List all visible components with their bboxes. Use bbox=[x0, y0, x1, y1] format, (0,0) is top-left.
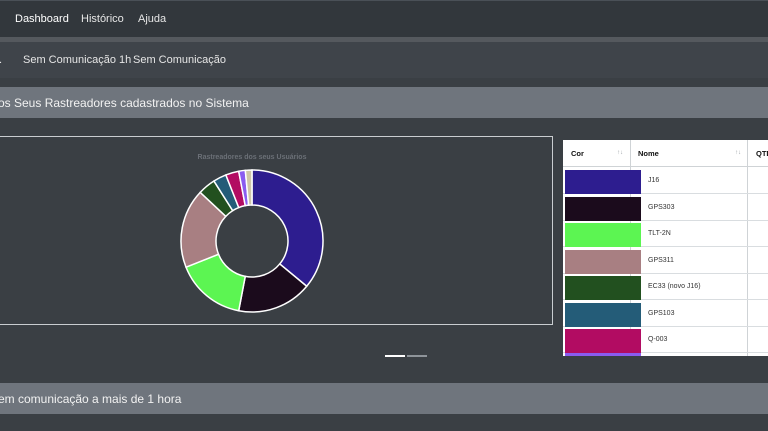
subnav-sem-comunicacao[interactable]: Sem Comunicação bbox=[133, 54, 226, 66]
table-row: EC33 (novo J16) bbox=[563, 274, 768, 300]
sort-icon[interactable]: ↑↓ bbox=[735, 150, 741, 156]
row-swatch-partial bbox=[565, 353, 641, 356]
table-row: TLT-2N bbox=[563, 221, 768, 247]
table-row: GPS303 bbox=[563, 195, 768, 221]
table-row: Q-003 bbox=[563, 327, 768, 353]
cell-nome: GPS103 bbox=[648, 309, 675, 317]
section-title: os Seus Rastreadores cadastrados no Sist… bbox=[0, 96, 249, 110]
tracker-table: Cor ↑↓ Nome ↑↓ QTD J16 GPS303 TLT-2N GPS311… bbox=[563, 140, 768, 356]
color-swatch bbox=[565, 302, 641, 327]
color-swatch bbox=[565, 196, 641, 221]
sort-icon[interactable]: ↑↓ bbox=[617, 150, 623, 156]
chart-container bbox=[0, 136, 553, 325]
color-swatch bbox=[565, 170, 641, 194]
table-row: GPS311 bbox=[563, 248, 768, 274]
header-nome[interactable]: Nome bbox=[638, 149, 659, 158]
color-swatch bbox=[565, 223, 641, 247]
header-cor[interactable]: Cor bbox=[571, 149, 584, 158]
section-header-rastreadores: os Seus Rastreadores cadastrados no Sist… bbox=[0, 87, 768, 118]
nav-dashboard[interactable]: Dashboard bbox=[15, 13, 69, 25]
cell-nome: TLT-2N bbox=[648, 230, 671, 237]
table-row: GPS103 bbox=[563, 301, 768, 327]
cell-nome: EC33 (novo J16) bbox=[648, 283, 701, 290]
top-navbar: Dashboard Histórico Ajuda bbox=[0, 0, 768, 37]
cell-nome: GPS303 bbox=[648, 203, 675, 211]
nav-historico[interactable]: Histórico bbox=[81, 13, 124, 25]
color-swatch bbox=[565, 276, 641, 300]
cell-nome: J16 bbox=[648, 177, 660, 184]
cell-nome: GPS311 bbox=[648, 256, 674, 264]
header-qtd[interactable]: QTD bbox=[756, 149, 768, 158]
cell-nome: Q-003 bbox=[648, 336, 668, 343]
nav-ajuda[interactable]: Ajuda bbox=[138, 13, 166, 25]
table-header: Cor ↑↓ Nome ↑↓ QTD bbox=[563, 140, 768, 167]
table-row: J16 bbox=[563, 168, 768, 194]
chart-title: Rastreadores dos seus Usuários bbox=[197, 154, 307, 161]
subnav-sem-comunicacao-1h[interactable]: Sem Comunicação 1h bbox=[23, 54, 131, 66]
carousel-indicator-1[interactable] bbox=[385, 355, 405, 357]
color-swatch bbox=[565, 329, 641, 353]
section-header-sem-comunicacao: em comunicação a mais de 1 hora bbox=[0, 383, 768, 414]
section-title: em comunicação a mais de 1 hora bbox=[0, 392, 182, 406]
subnav-item-truncated[interactable]: . bbox=[0, 54, 2, 66]
sub-navbar: . Sem Comunicação 1h Sem Comunicação bbox=[0, 42, 768, 78]
carousel-indicator-2[interactable] bbox=[407, 355, 427, 357]
color-swatch bbox=[565, 249, 641, 274]
